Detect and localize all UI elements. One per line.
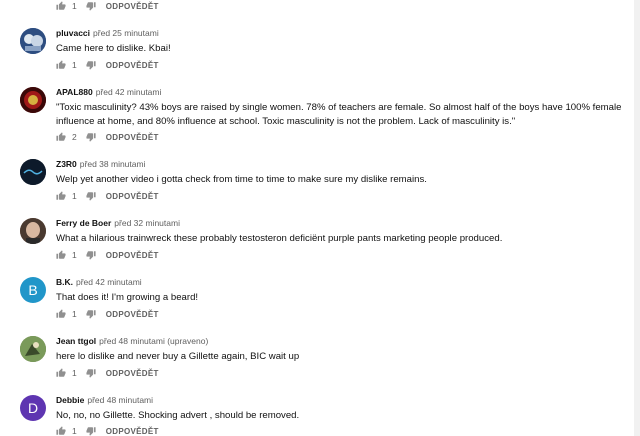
comment-actions-top: 1 ODPOVĚDĚT xyxy=(56,0,159,12)
thumbs-down-icon[interactable] xyxy=(86,368,96,378)
author-name[interactable]: Z3R0 xyxy=(56,159,77,169)
like-count: 1 xyxy=(72,1,77,11)
avatar-letter: D xyxy=(27,400,39,416)
reply-button[interactable]: ODPOVĚDĚT xyxy=(106,427,159,436)
avatar[interactable]: D xyxy=(20,395,46,421)
like-count: 1 xyxy=(72,426,77,436)
comment-actions: 1 ODPOVĚDĚT xyxy=(56,368,159,378)
thumbs-down-icon[interactable] xyxy=(86,309,96,319)
comment-header: APAL880 před 42 minutami xyxy=(56,87,161,97)
thumbs-up-icon[interactable] xyxy=(56,368,66,378)
avatar-letter: B xyxy=(28,282,38,298)
thumbs-down-icon[interactable] xyxy=(86,426,96,436)
timestamp[interactable]: před 42 minutami xyxy=(96,87,162,97)
comment-actions: 1 ODPOVĚDĚT xyxy=(56,250,159,260)
reply-button[interactable]: ODPOVĚDĚT xyxy=(106,251,159,260)
comment-actions: 1 ODPOVĚDĚT xyxy=(56,191,159,201)
like-count: 1 xyxy=(72,368,77,378)
comment-header: B.K. před 42 minutami xyxy=(56,277,142,287)
timestamp[interactable]: před 25 minutami xyxy=(93,28,159,38)
comment-text: What a hilarious trainwreck these probab… xyxy=(56,233,503,244)
avatar[interactable] xyxy=(20,336,46,362)
comment-text: here lo dislike and never buy a Gillette… xyxy=(56,351,300,362)
thumbs-up-icon[interactable] xyxy=(56,426,66,436)
like-count: 1 xyxy=(72,191,77,201)
avatar-image-icon xyxy=(20,336,46,362)
avatar-image-icon xyxy=(20,218,46,244)
thumbs-down-icon[interactable] xyxy=(86,132,96,142)
avatar[interactable] xyxy=(20,159,46,185)
comment-text: "Toxic masculinity? 43% boys are raised … xyxy=(56,102,622,127)
timestamp[interactable]: před 42 minutami xyxy=(76,277,142,287)
thumbs-up-icon[interactable] xyxy=(56,309,66,319)
avatar-image-icon xyxy=(20,87,46,113)
thumbs-down-icon[interactable] xyxy=(86,191,96,201)
reply-button[interactable]: ODPOVĚDĚT xyxy=(106,192,159,201)
timestamp[interactable]: před 48 minutami (upraveno) xyxy=(99,336,208,346)
thumbs-up-icon[interactable] xyxy=(56,250,66,260)
like-count: 1 xyxy=(72,250,77,260)
timestamp[interactable]: před 38 minutami xyxy=(80,159,146,169)
comment-actions: 1 ODPOVĚDĚT xyxy=(56,309,159,319)
comment-header: pluvacci před 25 minutami xyxy=(56,28,159,38)
thumbs-up-icon[interactable] xyxy=(56,132,66,142)
timestamp[interactable]: před 48 minutami xyxy=(87,395,153,405)
thumbs-up-icon[interactable] xyxy=(56,1,66,11)
comment-header: Ferry de Boer před 32 minutami xyxy=(56,218,180,228)
thumbs-up-icon[interactable] xyxy=(56,60,66,70)
reply-button[interactable]: ODPOVĚDĚT xyxy=(106,369,159,378)
thumbs-down-icon[interactable] xyxy=(86,250,96,260)
reply-button[interactable]: ODPOVĚDĚT xyxy=(106,61,159,70)
comment-actions: 1 ODPOVĚDĚT xyxy=(56,426,159,436)
like-count: 1 xyxy=(72,60,77,70)
timestamp[interactable]: před 32 minutami xyxy=(114,218,180,228)
avatar-image-icon xyxy=(20,28,46,54)
comment-header: Debbie před 48 minutami xyxy=(56,395,153,405)
comment-text: Welp yet another video i gotta check fro… xyxy=(56,174,427,185)
like-count: 1 xyxy=(72,309,77,319)
comment-actions: 2 ODPOVĚDĚT xyxy=(56,132,159,142)
avatar-image-icon xyxy=(20,159,46,185)
reply-button[interactable]: ODPOVĚDĚT xyxy=(106,133,159,142)
reply-button[interactable]: ODPOVĚDĚT xyxy=(106,310,159,319)
thumbs-down-icon[interactable] xyxy=(86,60,96,70)
comment-actions: 1 ODPOVĚDĚT xyxy=(56,60,159,70)
avatar[interactable] xyxy=(20,28,46,54)
reply-button[interactable]: ODPOVĚDĚT xyxy=(106,2,159,11)
scrollbar-track[interactable] xyxy=(634,0,640,436)
like-count: 2 xyxy=(72,132,77,142)
author-name[interactable]: Debbie xyxy=(56,395,84,405)
comment-text: No, no, no Gillette. Shocking advert , s… xyxy=(56,410,300,421)
author-name[interactable]: Jean ttgol xyxy=(56,336,96,346)
comment-header: Jean ttgol před 48 minutami (upraveno) xyxy=(56,336,208,346)
thumbs-up-icon[interactable] xyxy=(56,191,66,201)
author-name[interactable]: B.K. xyxy=(56,277,73,287)
thumbs-down-icon[interactable] xyxy=(86,1,96,11)
author-name[interactable]: APAL880 xyxy=(56,87,93,97)
comment-header: Z3R0 před 38 minutami xyxy=(56,159,145,169)
avatar[interactable]: B xyxy=(20,277,46,303)
avatar[interactable] xyxy=(20,218,46,244)
author-name[interactable]: Ferry de Boer xyxy=(56,218,111,228)
avatar[interactable] xyxy=(20,87,46,113)
comment-text: Came here to dislike. Kbai! xyxy=(56,43,171,54)
author-name[interactable]: pluvacci xyxy=(56,28,90,38)
comment-text: That does it! I'm growing a beard! xyxy=(56,292,199,303)
